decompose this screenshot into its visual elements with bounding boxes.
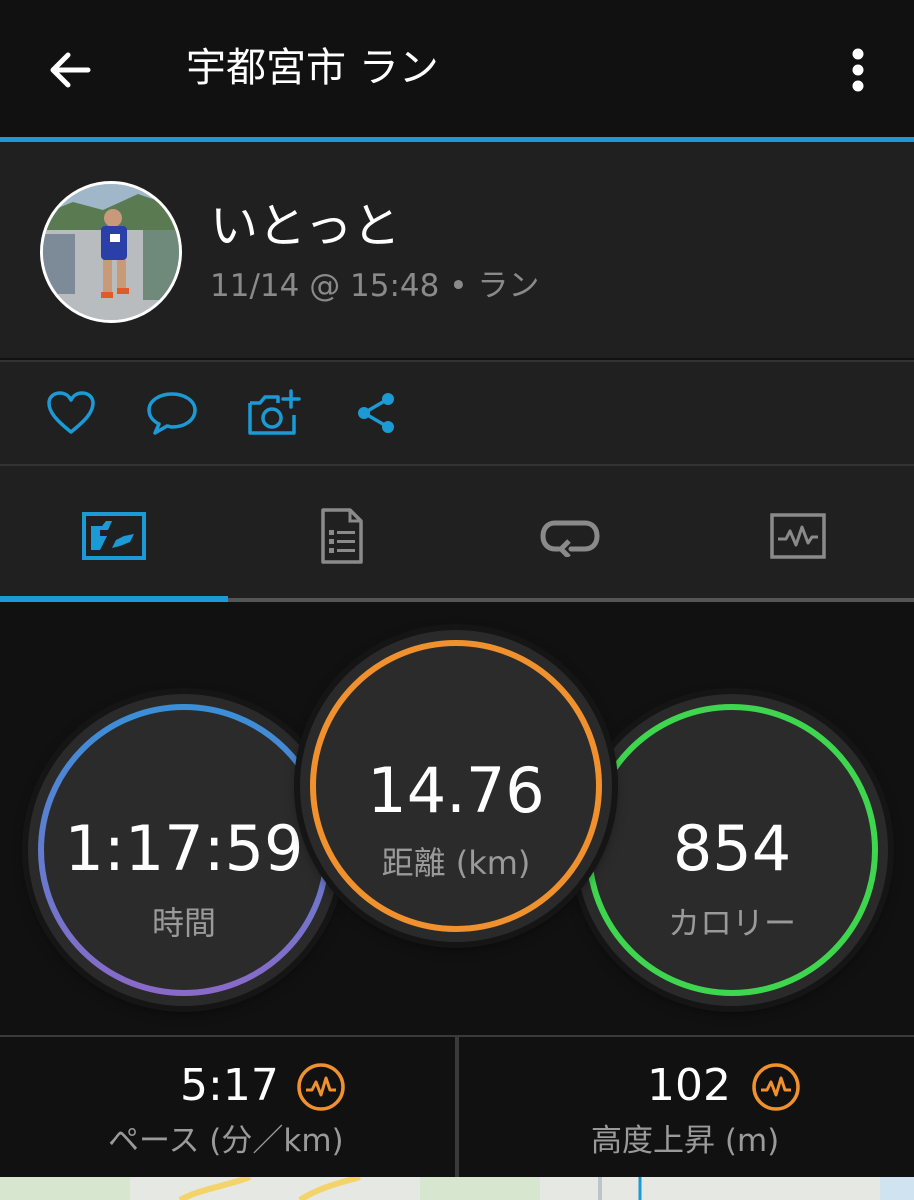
arrow-left-icon (50, 52, 91, 88)
pace-chart-icon (297, 1063, 345, 1111)
tab-laps[interactable] (456, 480, 684, 592)
tab-indicator (0, 596, 228, 602)
elevation-metric[interactable]: 102 高度上昇 (m) (459, 1050, 914, 1170)
activity-meta: 11/14 @ 15:48 • ラン (210, 268, 540, 304)
avatar[interactable] (40, 181, 182, 323)
share-button[interactable] (348, 385, 404, 441)
tab-details[interactable] (228, 480, 456, 592)
share-icon (358, 393, 394, 433)
avatar-photo (43, 184, 179, 320)
time-value: 1:17:59 (64, 812, 304, 885)
charts-icon (770, 513, 826, 559)
page-title: 宇都宮市 ラン (186, 45, 439, 91)
route-map[interactable] (0, 1177, 914, 1200)
calories-label: カロリー (667, 904, 796, 942)
overview-map-icon (82, 512, 146, 560)
distance-stat-circle[interactable]: 14.76 距離 (km) (300, 630, 612, 942)
comment-button[interactable] (144, 385, 200, 441)
back-button[interactable] (38, 38, 102, 102)
details-document-icon (321, 508, 363, 564)
add-photo-icon (248, 389, 301, 435)
distance-label: 距離 (km) (381, 844, 531, 882)
app-bar (0, 0, 914, 137)
action-row (0, 360, 914, 464)
pace-value: 5:17 (180, 1060, 279, 1111)
add-photo-button[interactable] (246, 385, 302, 441)
calories-stat-circle[interactable]: 854 カロリー (576, 694, 888, 1006)
elevation-value: 102 (647, 1060, 731, 1111)
elevation-label: 高度上昇 (m) (591, 1123, 780, 1159)
tab-charts[interactable] (684, 480, 912, 592)
time-label: 時間 (151, 904, 216, 942)
heart-icon (47, 391, 95, 434)
calories-value: 854 (672, 812, 792, 885)
map-preview (0, 1177, 914, 1200)
like-button[interactable] (43, 385, 99, 441)
username[interactable]: いとっと (210, 196, 401, 256)
pace-label: ペース (分／km) (108, 1123, 344, 1159)
more-options-button[interactable] (830, 38, 886, 102)
distance-value: 14.76 (367, 754, 545, 827)
comment-icon (147, 392, 197, 435)
tab-track (228, 598, 914, 602)
elevation-chart-icon (752, 1063, 800, 1111)
time-stat-circle[interactable]: 1:17:59 時間 (28, 694, 340, 1006)
pace-metric[interactable]: 5:17 ペース (分／km) (0, 1050, 455, 1170)
more-vertical-icon (852, 48, 864, 92)
laps-loop-icon (540, 520, 600, 557)
tab-overview[interactable] (0, 480, 228, 592)
